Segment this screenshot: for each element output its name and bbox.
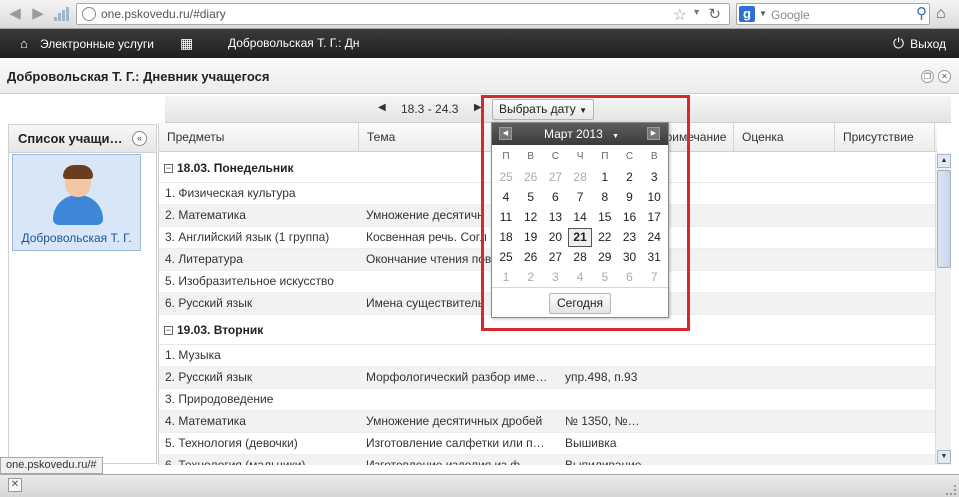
table-row[interactable]: 3. Природоведение xyxy=(159,389,937,411)
logout-label: Выход xyxy=(910,37,946,51)
logout-button[interactable]: ⏻ Выход xyxy=(893,29,946,58)
homework-cell: упр.498, п.93 xyxy=(565,370,638,384)
table-row[interactable]: 4. Математика Умножение десятичных дробей… xyxy=(159,411,937,433)
subject-cell: 3. Природоведение xyxy=(165,392,274,406)
homework-cell: Выпиливание xyxy=(565,458,642,465)
google-icon[interactable]: g xyxy=(739,6,755,22)
column-grade[interactable]: Оценка xyxy=(734,123,835,152)
close-icon[interactable]: ✕ xyxy=(938,70,951,83)
table-row[interactable]: 6. Технология (мальчики) Изготовление изд… xyxy=(159,455,937,465)
homework-cell: № 1350, №… xyxy=(565,414,640,428)
table-row[interactable]: 1. Музыка xyxy=(159,345,937,367)
user-menu[interactable]: Добровольская Т. Г.: Дн xyxy=(228,29,362,58)
subject-cell: 5. Изобразительное искусство xyxy=(165,274,334,288)
reload-icon[interactable]: ↻ xyxy=(708,5,721,23)
power-icon: ⏻ xyxy=(893,35,905,51)
day-label: 19.03. Вторник xyxy=(177,323,264,337)
day-label: 18.03. Понедельник xyxy=(177,161,294,175)
student-list-header: Список учащи… « xyxy=(9,125,156,153)
status-url: one.pskovedu.ru/# xyxy=(0,457,103,474)
search-placeholder: Google xyxy=(771,8,810,22)
table-row[interactable]: 2. Русский язык Морфологический разбор им… xyxy=(159,367,937,389)
prev-week-icon[interactable]: ◀ xyxy=(378,102,386,113)
table-row[interactable]: 5. Технология (девочки) Изготовление салф… xyxy=(159,433,937,455)
subject-cell: 6. Русский язык xyxy=(165,296,253,310)
scroll-down-icon[interactable]: ▼ xyxy=(937,450,951,464)
home-icon: ⌂ xyxy=(20,36,28,51)
services-label: Электронные услуги xyxy=(40,37,154,51)
resize-grip-icon[interactable] xyxy=(946,485,956,495)
homework-cell xyxy=(565,389,645,411)
app-header: ⌂ Электронные услуги ▦ Добровольская Т. Г… xyxy=(0,29,959,58)
student-list-panel: Список учащи… « Добровольская Т. Г. xyxy=(8,124,157,464)
homework-cell: Вышивка xyxy=(565,436,617,450)
bookmark-star-icon[interactable]: ☆ xyxy=(673,5,687,25)
signal-icon xyxy=(54,7,69,21)
subject-cell: 1. Физическая культура xyxy=(165,186,296,200)
topic-cell: Изготовление изделия из ф… xyxy=(366,458,532,465)
collapse-icon[interactable]: « xyxy=(132,131,147,146)
page-title-bar: Добровольская Т. Г.: Дневник учащегося ❐… xyxy=(0,58,959,94)
homework-cell xyxy=(565,345,645,367)
history-dropdown-icon[interactable]: ▼ xyxy=(692,7,701,17)
subject-cell: 2. Русский язык xyxy=(165,370,253,384)
restore-icon[interactable]: ❐ xyxy=(921,70,934,83)
apps-grid-icon[interactable]: ▦ xyxy=(180,29,193,58)
page-title: Добровольская Т. Г.: Дневник учащегося xyxy=(7,69,270,84)
forward-arrow-icon[interactable]: ▶ xyxy=(29,5,47,23)
collapse-day-icon[interactable]: − xyxy=(164,164,173,173)
student-card[interactable]: Добровольская Т. Г. xyxy=(12,154,141,251)
services-link[interactable]: ⌂ Электронные услуги xyxy=(20,29,154,58)
column-attendance[interactable]: Присутствие xyxy=(835,123,935,152)
collapse-day-icon[interactable]: − xyxy=(164,326,173,335)
student-list-title: Список учащи… xyxy=(18,131,123,146)
address-bar[interactable]: one.pskovedu.ru/#diary ☆ ▼ ↻ xyxy=(76,3,730,25)
subject-cell: 2. Математика xyxy=(165,208,246,222)
topic-cell xyxy=(366,389,556,411)
topic-cell: Изготовление салфетки или п… xyxy=(366,436,545,450)
browser-toolbar: ◀ ▶ one.pskovedu.ru/#diary ☆ ▼ ↻ g ▼ Goo… xyxy=(0,0,959,29)
topic-cell xyxy=(366,345,556,367)
subject-cell: 6. Технология (мальчики) xyxy=(165,458,306,465)
scroll-up-icon[interactable]: ▲ xyxy=(937,154,951,168)
subject-cell: 1. Музыка xyxy=(165,348,221,362)
home-icon[interactable]: ⌂ xyxy=(936,5,946,23)
vertical-scrollbar[interactable]: ▲ ▼ xyxy=(935,153,951,465)
close-addon-bar-icon[interactable]: ✕ xyxy=(8,478,22,492)
search-icon[interactable]: ⚲ xyxy=(916,4,927,22)
status-bar: ✕ xyxy=(0,474,959,497)
globe-icon xyxy=(82,7,96,21)
search-input[interactable]: g ▼ Google ⚲ xyxy=(736,3,930,25)
student-name: Добровольская Т. Г. xyxy=(21,231,132,245)
subject-cell: 4. Математика xyxy=(165,414,246,428)
address-text: one.pskovedu.ru/#diary xyxy=(101,7,226,21)
avatar xyxy=(51,165,105,225)
search-engine-dropdown-icon[interactable]: ▼ xyxy=(759,9,767,18)
column-subjects[interactable]: Предметы xyxy=(159,123,359,152)
scroll-thumb[interactable] xyxy=(937,170,951,268)
back-arrow-icon[interactable]: ◀ xyxy=(6,5,24,23)
date-range: 18.3 - 24.3 xyxy=(401,102,459,116)
subject-cell: 5. Технология (девочки) xyxy=(165,436,298,450)
topic-cell: Морфологический разбор име… xyxy=(366,370,548,384)
highlight-box xyxy=(481,95,690,331)
subject-cell: 3. Английский язык (1 группа) xyxy=(165,230,330,244)
subject-cell: 4. Литература xyxy=(165,252,243,266)
topic-cell: Умножение десятичных дробей xyxy=(366,414,543,428)
